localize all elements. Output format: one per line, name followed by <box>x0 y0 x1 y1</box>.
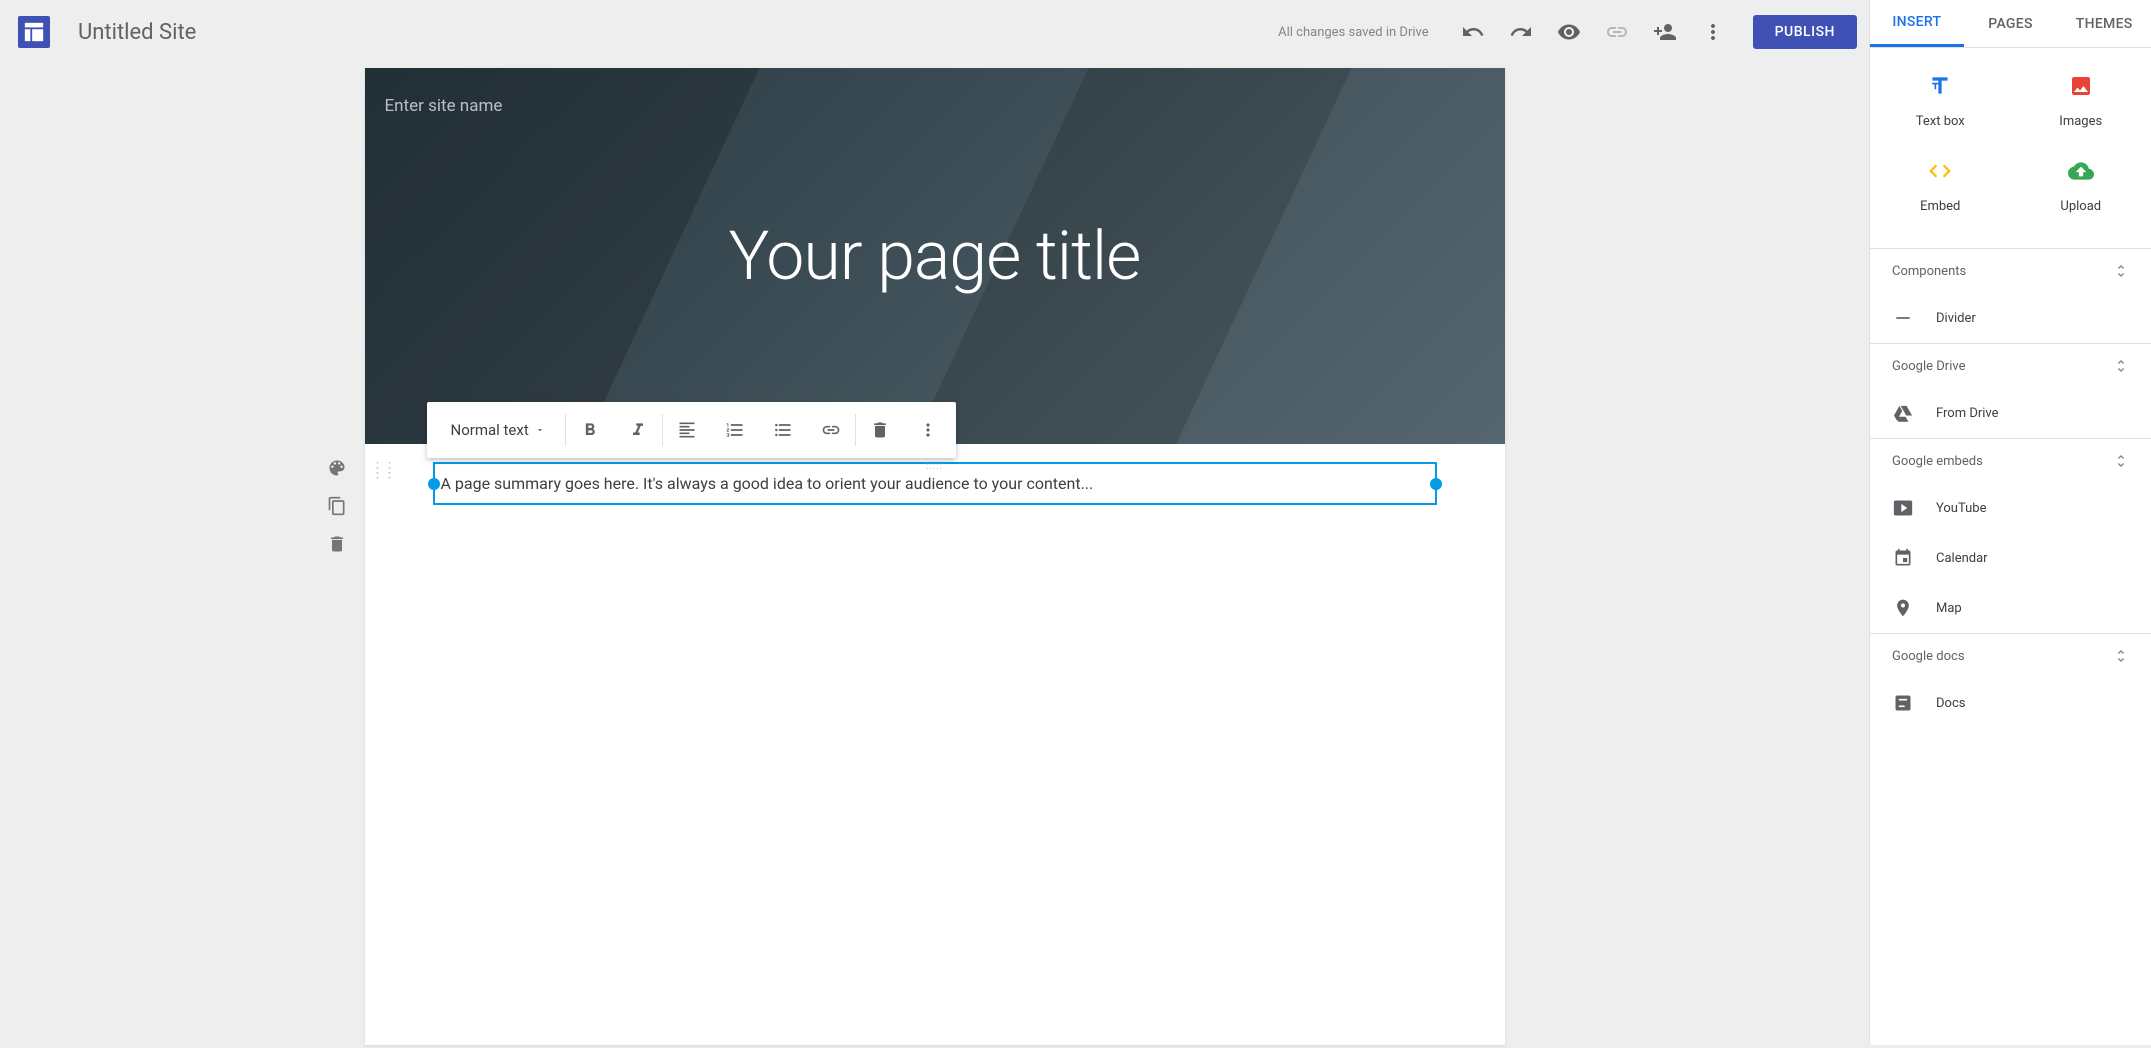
images-icon <box>2067 72 2095 100</box>
italic-button[interactable] <box>614 402 662 458</box>
text-box-icon <box>1926 72 1954 100</box>
collapse-icon <box>2113 263 2129 279</box>
delete-section-button[interactable] <box>321 528 353 560</box>
left-resize-handle[interactable] <box>428 478 440 490</box>
section-components[interactable]: Components <box>1870 248 2151 293</box>
collapse-icon <box>2113 453 2129 469</box>
calendar-icon <box>1892 547 1914 569</box>
side-panel: INSERT PAGES THEMES Text box Images <box>1869 0 2151 1045</box>
numbered-list-button[interactable] <box>711 402 759 458</box>
bold-button[interactable] <box>566 402 614 458</box>
site-name-input[interactable]: Enter site name <box>385 96 503 116</box>
top-resize-handle[interactable]: ::::: <box>926 461 943 472</box>
insert-upload[interactable]: Upload <box>2011 143 2151 228</box>
palette-button[interactable] <box>321 452 353 484</box>
insert-text-box-label: Text box <box>1916 114 1965 129</box>
drive-icon <box>1892 402 1914 424</box>
page-canvas[interactable]: Enter site name Your page title Normal t… <box>365 68 1505 1045</box>
tab-pages[interactable]: PAGES <box>1964 0 2058 47</box>
divider-icon <box>1892 307 1914 329</box>
summary-text-box[interactable]: ::::: A page summary goes here. It's alw… <box>433 462 1437 505</box>
drag-handle-icon[interactable]: ⋮⋮⋮⋮ <box>371 466 395 476</box>
insert-upload-label: Upload <box>2060 199 2101 214</box>
item-docs[interactable]: Docs <box>1870 678 2151 728</box>
insert-text-box[interactable]: Text box <box>1870 58 2011 143</box>
insert-embed[interactable]: Embed <box>1870 143 2011 228</box>
undo-button[interactable] <box>1449 8 1497 56</box>
preview-button[interactable] <box>1545 8 1593 56</box>
insert-images[interactable]: Images <box>2011 58 2151 143</box>
duplicate-button[interactable] <box>321 490 353 522</box>
insert-images-label: Images <box>2059 114 2102 129</box>
insert-embed-label: Embed <box>1920 199 1960 214</box>
text-format-toolbar: Normal text <box>427 402 956 458</box>
right-resize-handle[interactable] <box>1430 478 1442 490</box>
app-logo <box>18 16 50 48</box>
upload-icon <box>2067 157 2095 185</box>
embed-icon <box>1926 157 1954 185</box>
tab-themes[interactable]: THEMES <box>2057 0 2151 47</box>
tab-insert[interactable]: INSERT <box>1870 0 1964 47</box>
item-map[interactable]: Map <box>1870 583 2151 633</box>
section-google-drive[interactable]: Google Drive <box>1870 343 2151 388</box>
summary-text[interactable]: A page summary goes here. It's always a … <box>441 474 1094 493</box>
site-title[interactable]: Untitled Site <box>78 20 196 45</box>
delete-button[interactable] <box>856 402 904 458</box>
docs-icon <box>1892 692 1914 714</box>
item-divider[interactable]: Divider <box>1870 293 2151 343</box>
toolbar-more-button[interactable] <box>904 402 952 458</box>
bullet-list-button[interactable] <box>759 402 807 458</box>
collapse-icon <box>2113 648 2129 664</box>
map-icon <box>1892 597 1914 619</box>
section-google-docs[interactable]: Google docs <box>1870 633 2151 678</box>
save-status: All changes saved in Drive <box>1278 25 1429 40</box>
redo-button[interactable] <box>1497 8 1545 56</box>
item-from-drive[interactable]: From Drive <box>1870 388 2151 438</box>
link-button[interactable] <box>1593 8 1641 56</box>
section-tools <box>321 452 353 560</box>
collapse-icon <box>2113 358 2129 374</box>
insert-link-button[interactable] <box>807 402 855 458</box>
text-style-select[interactable]: Normal text <box>431 402 565 458</box>
item-youtube[interactable]: YouTube <box>1870 483 2151 533</box>
share-button[interactable] <box>1641 8 1689 56</box>
more-button[interactable] <box>1689 8 1737 56</box>
youtube-icon <box>1892 497 1914 519</box>
publish-button[interactable]: PUBLISH <box>1753 15 1857 49</box>
hero-section[interactable]: Enter site name Your page title <box>365 68 1505 444</box>
app-header: Untitled Site All changes saved in Drive… <box>0 0 1869 64</box>
text-style-label: Normal text <box>451 421 529 439</box>
section-google-embeds[interactable]: Google embeds <box>1870 438 2151 483</box>
align-button[interactable] <box>663 402 711 458</box>
page-title[interactable]: Your page title <box>729 216 1141 296</box>
item-calendar[interactable]: Calendar <box>1870 533 2151 583</box>
